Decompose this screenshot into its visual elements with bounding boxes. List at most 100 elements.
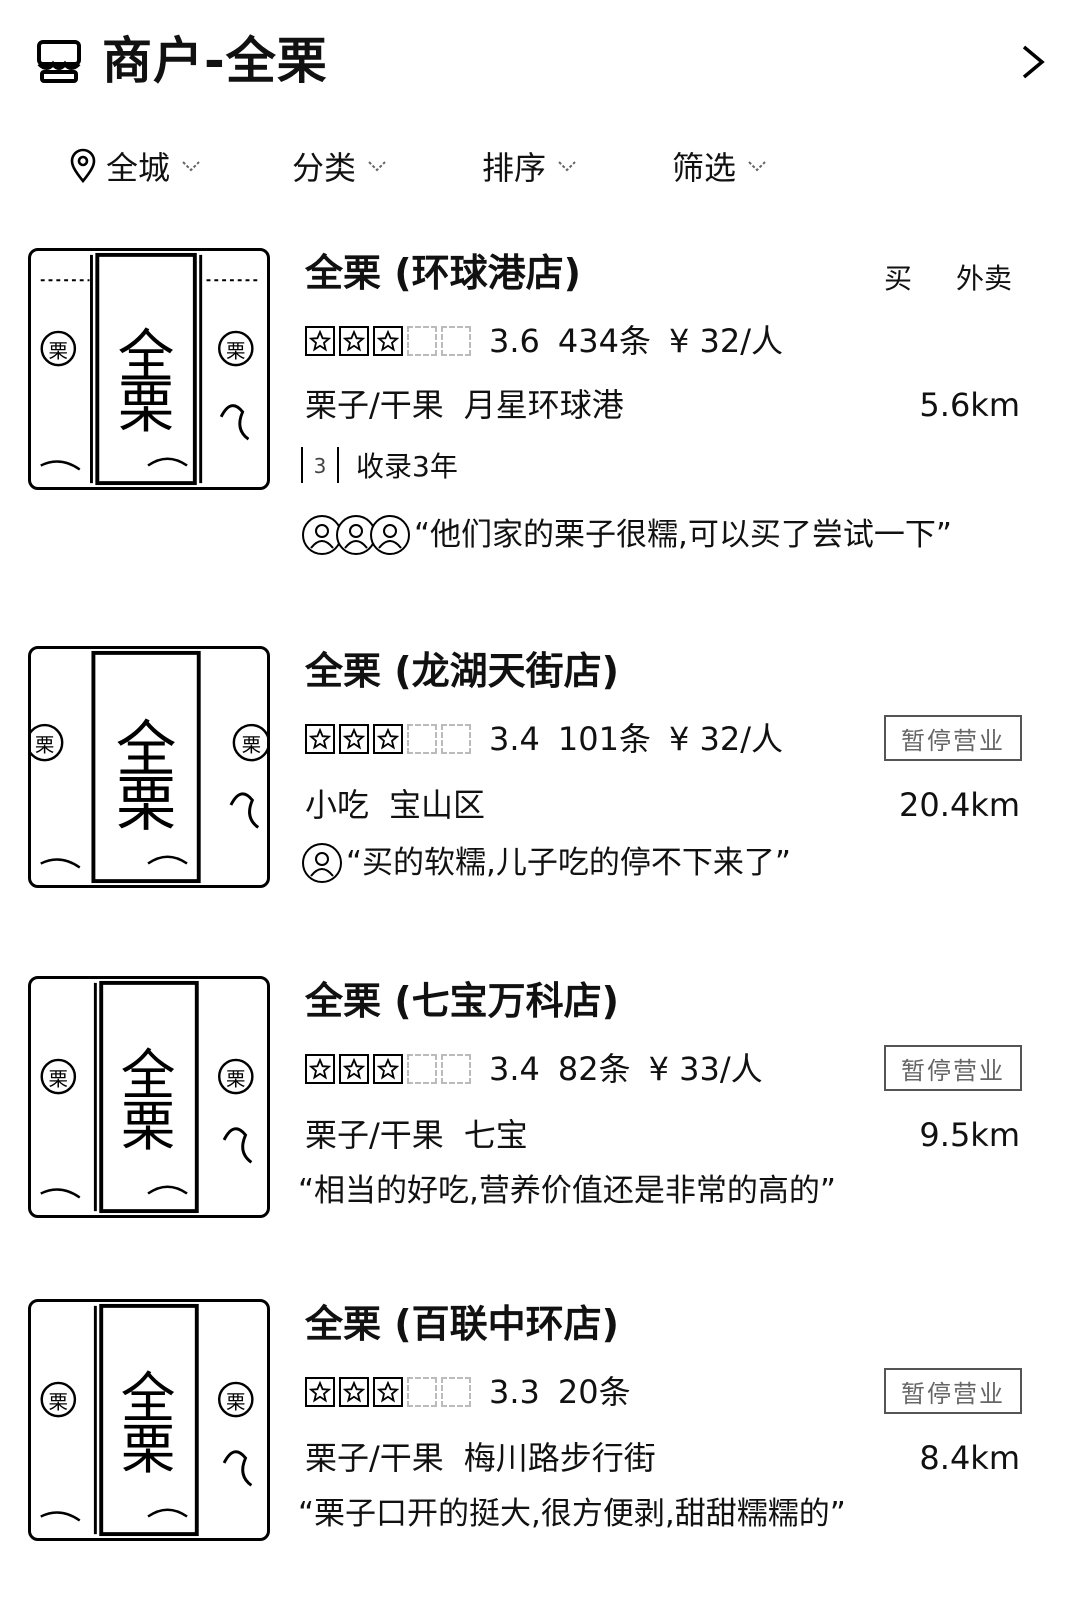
svg-text:栗: 栗 xyxy=(49,339,69,362)
status-badge: 暂停营业 xyxy=(884,1368,1022,1414)
service-buy[interactable]: 买 xyxy=(884,257,912,297)
review-count: 82条 xyxy=(557,1050,631,1088)
chevron-down-icon xyxy=(558,161,576,172)
record-tag: 3 收录3年 xyxy=(298,443,458,487)
svg-text:栗: 栗 xyxy=(121,1417,176,1481)
star-filled-icon xyxy=(305,326,335,356)
shop-thumbnail: 全 栗 栗 栗 xyxy=(28,1299,270,1541)
rating-row: 3.4 82条 ¥ 33/人 xyxy=(305,1047,763,1091)
reviewer-avatar xyxy=(370,515,410,555)
chevron-down-icon xyxy=(748,161,766,172)
star-filled-icon xyxy=(305,1377,335,1407)
shop-name[interactable]: 全栗 (百联中环店) xyxy=(305,1300,619,1348)
svg-text:栗: 栗 xyxy=(121,1094,176,1158)
shop-thumbnail: 全 栗 栗 栗 xyxy=(28,976,270,1218)
star-filled-icon xyxy=(373,724,403,754)
filter-city[interactable]: 全城 xyxy=(68,138,202,194)
service-tags: 买 外卖 xyxy=(884,257,1012,297)
shop-distance: 20.4km xyxy=(899,786,1020,824)
shop-card[interactable]: 全 栗 栗 栗 全栗 (环球港店) 买 外卖 3.6 434条 ¥ 32/人 栗… xyxy=(0,245,1080,575)
shop-name[interactable]: 全栗 (七宝万科店) xyxy=(305,977,619,1025)
star-filled-icon xyxy=(339,1054,369,1084)
svg-text:栗: 栗 xyxy=(226,339,246,362)
filter-category[interactable]: 分类 xyxy=(292,138,388,194)
shop-category: 栗子/干果 xyxy=(305,1116,444,1154)
svg-text:栗: 栗 xyxy=(242,733,262,756)
filter-sort[interactable]: 排序 xyxy=(482,138,578,194)
review-snippet[interactable]: “相当的好吃,营养价值还是非常的高的” xyxy=(298,1169,836,1213)
filter-screen[interactable]: 筛选 xyxy=(672,138,768,194)
star-rating xyxy=(305,1377,475,1407)
review-text: “他们家的栗子很糯,可以买了尝试一下” xyxy=(414,517,952,553)
filter-category-label: 分类 xyxy=(292,149,357,187)
star-filled-icon xyxy=(373,1377,403,1407)
svg-text:栗: 栗 xyxy=(35,733,55,756)
rating-row: 3.4 101条 ¥ 32/人 xyxy=(305,717,783,761)
shop-area: 月星环球港 xyxy=(463,386,624,424)
shop-name[interactable]: 全栗 (龙湖天街店) xyxy=(305,647,619,695)
svg-text:栗: 栗 xyxy=(49,1067,69,1090)
shop-card[interactable]: 全 栗 栗 栗 全栗 (七宝万科店) 3.4 82条 ¥ 33/人 暂停营业 栗… xyxy=(0,973,1080,1223)
avg-price: ¥ 33/人 xyxy=(648,1050,763,1088)
star-filled-icon xyxy=(373,1054,403,1084)
chestnut-brand-image: 全 栗 栗 栗 xyxy=(31,650,267,884)
shop-thumbnail: 全 栗 栗 栗 xyxy=(28,646,270,888)
record-label: 收录3年 xyxy=(356,450,458,483)
rating-score: 3.4 xyxy=(489,1050,540,1088)
star-rating xyxy=(305,724,475,754)
shop-distance: 9.5km xyxy=(919,1116,1020,1154)
shop-distance: 5.6km xyxy=(919,386,1020,424)
chestnut-brand-image: 全 栗 栗 栗 xyxy=(40,980,254,1214)
review-snippet[interactable]: “栗子口开的挺大,很方便剥,甜甜糯糯的” xyxy=(298,1492,846,1536)
rating-score: 3.6 xyxy=(489,322,540,360)
review-count: 434条 xyxy=(557,322,651,360)
review-count: 20条 xyxy=(557,1373,631,1411)
star-empty-icon xyxy=(441,724,471,754)
shop-card[interactable]: 全 栗 栗 栗 全栗 (百联中环店) 3.3 20条 暂停营业 栗子/干果 梅川路… xyxy=(0,1296,1080,1546)
rating-row: 3.3 20条 xyxy=(305,1370,631,1414)
category-row: 栗子/干果 月星环球港 xyxy=(305,383,624,427)
shop-distance: 8.4km xyxy=(919,1439,1020,1477)
svg-text:栗: 栗 xyxy=(116,770,176,840)
shop-card[interactable]: 全 栗 栗 栗 全栗 (龙湖天街店) 3.4 101条 ¥ 32/人 暂停营业 … xyxy=(0,643,1080,893)
page-header: 商户-全栗 xyxy=(0,0,1080,130)
category-row: 小吃 宝山区 xyxy=(305,783,485,827)
review-snippet[interactable]: “买的软糯,儿子吃的停不下来了” xyxy=(302,841,791,885)
star-empty-icon xyxy=(407,1377,437,1407)
star-filled-icon xyxy=(305,724,335,754)
shop-category: 栗子/干果 xyxy=(305,1439,444,1477)
reviewer-avatars xyxy=(302,843,342,883)
star-filled-icon xyxy=(305,1054,335,1084)
storefront-icon xyxy=(37,40,81,83)
filter-screen-label: 筛选 xyxy=(672,149,737,187)
shop-area: 梅川路步行街 xyxy=(463,1439,656,1477)
star-empty-icon xyxy=(407,326,437,356)
avg-price: ¥ 32/人 xyxy=(668,720,784,758)
shop-area: 宝山区 xyxy=(389,786,486,824)
star-rating xyxy=(305,326,475,356)
star-empty-icon xyxy=(407,1054,437,1084)
chestnut-brand-image: 全 栗 栗 栗 xyxy=(40,252,261,486)
chevron-down-icon xyxy=(182,161,200,172)
status-badge: 暂停营业 xyxy=(884,1045,1022,1091)
svg-text:3: 3 xyxy=(314,454,327,478)
chevron-right-icon[interactable] xyxy=(1018,44,1048,80)
record-badge-icon: 3 xyxy=(301,447,339,483)
avg-price: ¥ 32/人 xyxy=(668,322,784,360)
star-empty-icon xyxy=(407,724,437,754)
location-pin-icon xyxy=(70,148,96,184)
chevron-down-icon xyxy=(368,161,386,172)
star-filled-icon xyxy=(339,724,369,754)
star-filled-icon xyxy=(373,326,403,356)
chestnut-brand-image: 全 栗 栗 栗 xyxy=(40,1303,254,1537)
shop-name[interactable]: 全栗 (环球港店) xyxy=(305,249,581,297)
svg-text:栗: 栗 xyxy=(226,1390,246,1413)
shop-thumbnail: 全 栗 栗 栗 xyxy=(28,248,270,490)
star-filled-icon xyxy=(339,326,369,356)
service-delivery[interactable]: 外卖 xyxy=(956,257,1012,297)
reviewer-avatars xyxy=(302,515,410,555)
star-empty-icon xyxy=(441,1054,471,1084)
review-text: “栗子口开的挺大,很方便剥,甜甜糯糯的” xyxy=(298,1496,846,1532)
filter-sort-label: 排序 xyxy=(482,149,547,187)
review-snippet[interactable]: “他们家的栗子很糯,可以买了尝试一下” xyxy=(302,513,952,557)
